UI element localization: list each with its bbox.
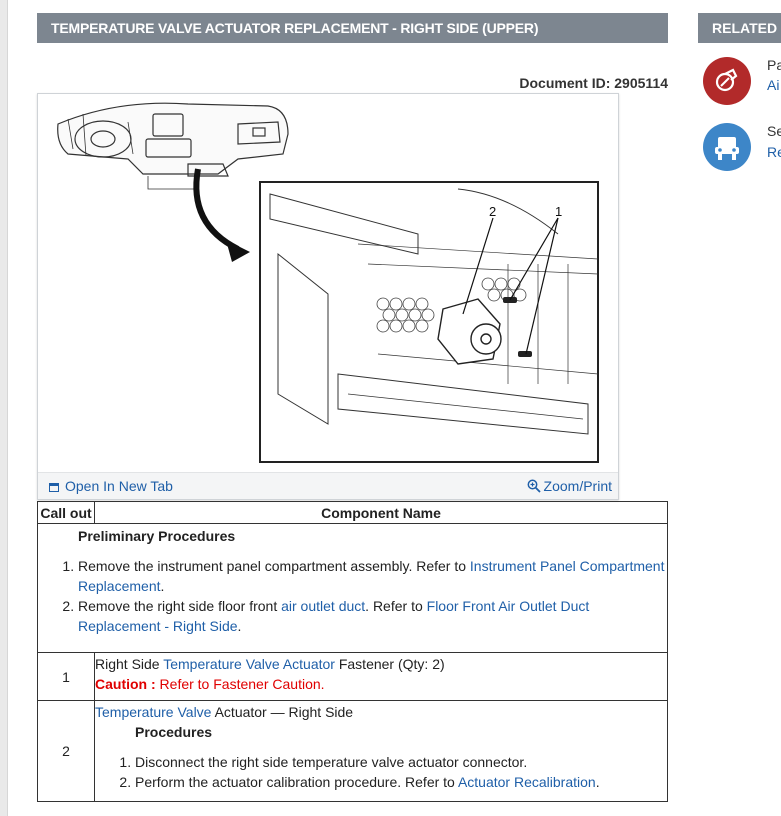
component-line: Right Side Temperature Valve Actuator Fa… — [95, 654, 667, 674]
table-header-row: Call out Component Name — [37, 501, 668, 524]
caution-line: Caution : Refer to Fastener Caution. — [95, 676, 325, 692]
window-left-edge — [0, 0, 8, 816]
parts-icon[interactable] — [703, 57, 751, 105]
component-text: Actuator — Right Side — [211, 704, 354, 720]
zoom-icon — [527, 479, 541, 493]
figure-footer: Open In New Tab Zoom/Print — [38, 472, 618, 499]
open-new-tab-link[interactable]: Open In New Tab — [49, 478, 173, 494]
caution-text: Refer to — [159, 676, 214, 692]
callout-cell: 2 — [37, 700, 95, 802]
list-item: Disconnect the right side temperature va… — [135, 752, 667, 772]
step-text: Remove the instrument panel compartment … — [78, 558, 470, 574]
list-item: Perform the actuator calibration procedu… — [135, 772, 667, 792]
related-item-title: Se — [767, 123, 781, 139]
component-text: Fastener (Qty: 2) — [334, 656, 445, 672]
preliminary-heading: Preliminary Procedures — [78, 528, 236, 544]
caution-label: Caution : — [95, 676, 160, 692]
related-item-link[interactable]: Ai — [767, 77, 779, 93]
table-row: 2 Temperature Valve Actuator — Right Sid… — [37, 700, 668, 802]
zoom-print-label: Zoom/Print — [543, 478, 612, 494]
open-tab-icon — [49, 483, 59, 492]
list-item: Remove the instrument panel compartment … — [78, 556, 667, 596]
table-row: 1 Right Side Temperature Valve Actuator … — [37, 652, 668, 701]
list-item: Remove the right side floor front air ou… — [78, 596, 667, 636]
related-info-header: RELATED IN — [698, 13, 781, 43]
preliminary-row: Preliminary Procedures Remove the instru… — [37, 523, 668, 653]
callout-2-label: 2 — [489, 204, 496, 219]
related-item-title: Pa — [767, 57, 781, 73]
open-new-tab-label: Open In New Tab — [65, 478, 173, 494]
component-line: Temperature Valve Actuator — Right Side — [95, 702, 667, 722]
callout-cell: 1 — [37, 652, 95, 701]
related-item-link[interactable]: Re — [767, 144, 781, 160]
zoom-print-link[interactable]: Zoom/Print — [527, 478, 612, 494]
actuator-recalibration-link[interactable]: Actuator Recalibration — [458, 774, 596, 790]
fastener-caution-link[interactable]: Fastener Caution — [213, 676, 320, 692]
step-text: Remove the right side floor front — [78, 598, 282, 614]
step-text: . Refer to — [365, 598, 427, 614]
component-table: Call out Component Name Preliminary Proc… — [37, 501, 668, 802]
procedure-steps: Disconnect the right side temperature va… — [95, 752, 667, 792]
step-text: Perform the actuator calibration procedu… — [135, 774, 458, 790]
figure-panel: 2 1 Open In New Tab Zoom/Print — [37, 93, 619, 500]
air-outlet-duct-link[interactable]: air outlet duct — [281, 598, 365, 614]
actuator-illustration[interactable]: 2 1 — [38, 94, 618, 472]
document-id: Document ID: 2905114 — [519, 75, 668, 91]
callout-column-header: Call out — [37, 501, 95, 524]
temperature-valve-actuator-link[interactable]: Temperature Valve Actuator — [163, 656, 335, 672]
component-text: Right Side — [95, 656, 164, 672]
preliminary-steps: Remove the instrument panel compartment … — [38, 556, 667, 636]
page-title: TEMPERATURE VALVE ACTUATOR REPLACEMENT -… — [37, 13, 668, 43]
temperature-valve-link[interactable]: Temperature Valve — [95, 704, 211, 720]
procedures-heading: Procedures — [135, 724, 213, 740]
callout-1-label: 1 — [555, 204, 562, 219]
component-column-header: Component Name — [94, 501, 668, 524]
service-icon[interactable] — [703, 123, 751, 171]
